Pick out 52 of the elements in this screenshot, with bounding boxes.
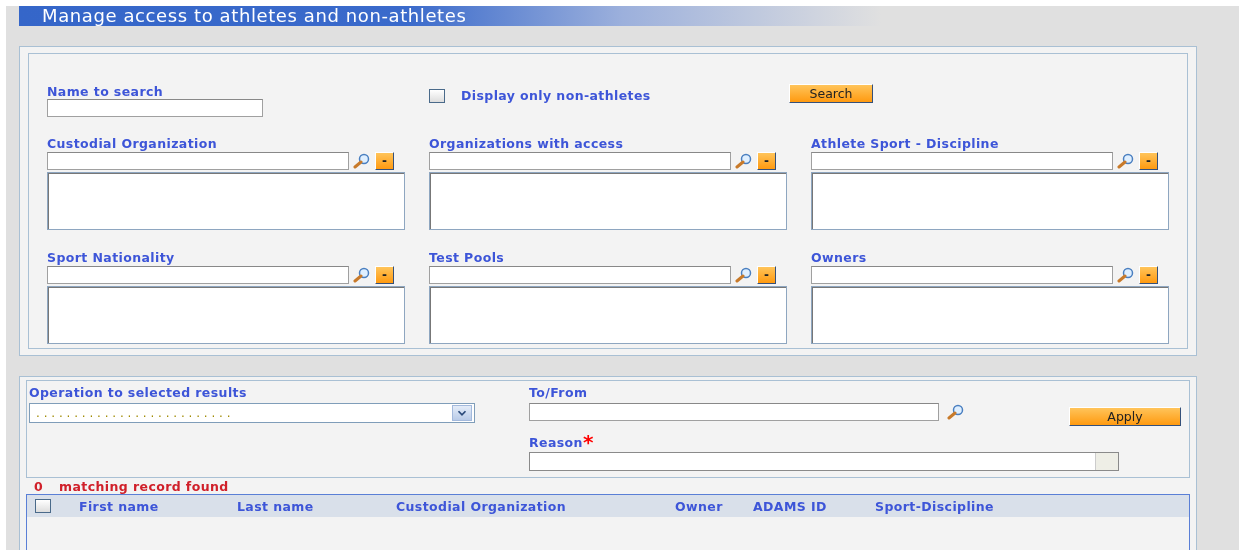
clear-button[interactable]: - — [375, 266, 394, 284]
field-label: Organizations with access — [429, 136, 625, 152]
selection-list[interactable] — [47, 286, 405, 344]
selection-list[interactable] — [811, 172, 1169, 230]
column-header: Owner — [675, 498, 724, 514]
field-label: Owners — [811, 250, 868, 266]
search-icon[interactable] — [735, 153, 753, 169]
field-label: Name to search — [47, 84, 165, 99]
reason-field[interactable] — [529, 452, 1119, 471]
column-header: Sport-Discipline — [875, 498, 995, 514]
search-button[interactable]: Search — [789, 84, 873, 103]
selection-list[interactable] — [811, 286, 1169, 344]
field-label: Athlete Sport - Discipline — [811, 136, 1000, 152]
search-icon[interactable] — [353, 153, 371, 169]
name-search-field[interactable] — [47, 99, 263, 117]
record-message: matching record found — [59, 479, 229, 494]
lookup-field[interactable] — [47, 266, 349, 284]
field-label: Test Pools — [429, 250, 506, 266]
field-label: Custodial Organization — [47, 136, 218, 152]
clear-button[interactable]: - — [757, 266, 776, 284]
search-icon[interactable] — [735, 267, 753, 283]
clear-button[interactable]: - — [757, 152, 776, 170]
selection-list[interactable] — [47, 172, 405, 230]
lookup-field[interactable] — [47, 152, 349, 170]
record-count: 0 — [34, 479, 44, 494]
field-label: To/From — [529, 385, 589, 400]
search-icon[interactable] — [1117, 153, 1135, 169]
selection-list[interactable] — [429, 172, 787, 230]
clear-button[interactable]: - — [1139, 266, 1158, 284]
checkbox[interactable] — [429, 88, 445, 103]
selection-list[interactable] — [429, 286, 787, 344]
field-label: Reason* — [529, 435, 595, 450]
clear-button[interactable]: - — [375, 152, 394, 170]
search-icon[interactable] — [1117, 267, 1135, 283]
apply-button[interactable]: Apply — [1069, 407, 1181, 426]
field-label: Operation to selected results — [29, 385, 248, 400]
select-all-checkbox[interactable] — [35, 499, 51, 513]
column-header: Last name — [237, 498, 315, 514]
to-from-field[interactable] — [529, 403, 939, 421]
search-icon[interactable] — [947, 404, 965, 420]
column-header: Custodial Organization — [396, 498, 567, 514]
lookup-field[interactable] — [811, 266, 1113, 284]
operation-dropdown[interactable]: . . . . . . . . . . . . . . . . . . . . . . . . . . — [29, 403, 475, 423]
clear-button[interactable]: - — [1139, 152, 1158, 170]
column-header: ADAMS ID — [753, 498, 828, 514]
column-header: First name — [79, 498, 160, 514]
lookup-field[interactable] — [429, 266, 731, 284]
checkbox-label: Display only non-athletes — [461, 88, 651, 103]
search-icon[interactable] — [353, 267, 371, 283]
field-label: Sport Nationality — [47, 250, 176, 266]
lookup-field[interactable] — [811, 152, 1113, 170]
lookup-field[interactable] — [429, 152, 731, 170]
